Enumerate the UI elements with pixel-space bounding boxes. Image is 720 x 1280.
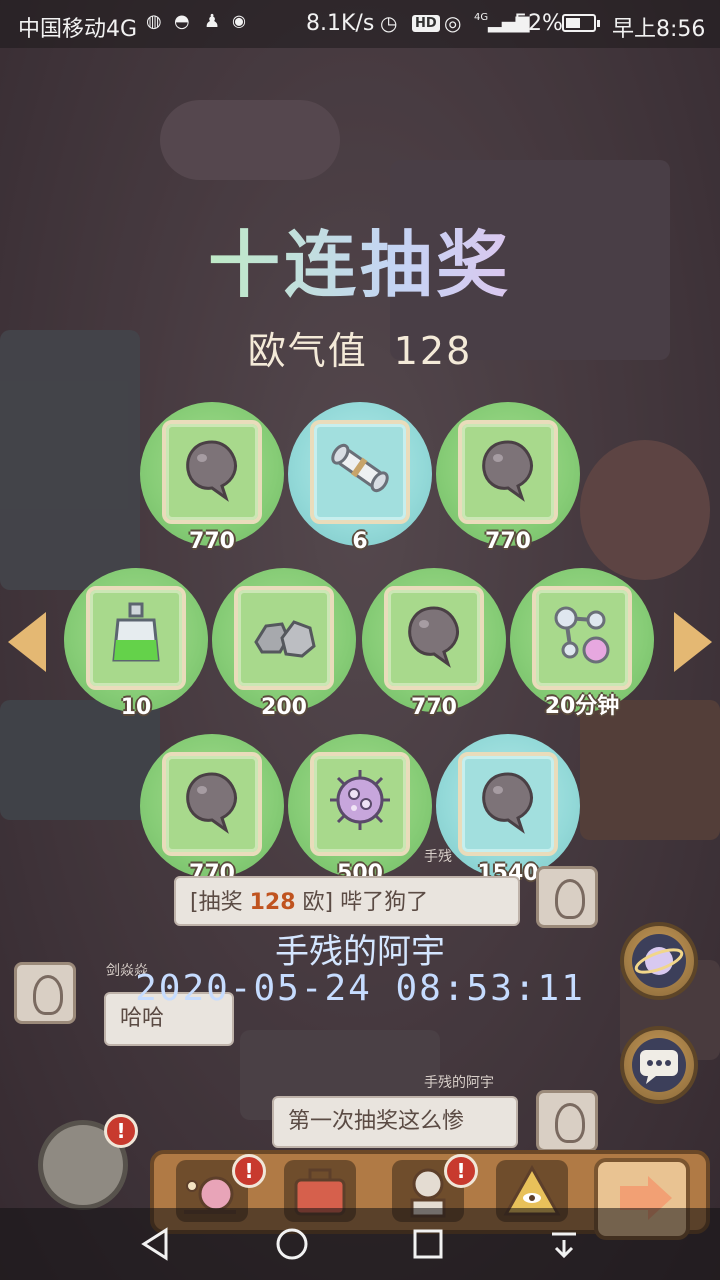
- ghost-icon: [408, 606, 459, 668]
- game-controller-icon: ◓: [174, 11, 190, 32]
- chat-bubble-lottery: [抽奖 128 欧] 哔了狗了: [174, 876, 520, 926]
- navigation-bar: [0, 1208, 720, 1280]
- reward-count: 10: [120, 695, 152, 720]
- alarm-icon: ◷: [380, 11, 398, 35]
- reward-item[interactable]: 6: [288, 402, 432, 554]
- reward-count: 770: [411, 695, 457, 720]
- chat-name-top: 手残: [424, 849, 452, 865]
- back-icon[interactable]: [134, 1222, 178, 1266]
- recent-apps-icon[interactable]: [406, 1222, 450, 1266]
- chat-suffix: 欧]: [295, 890, 334, 915]
- speech-bubble-icon: [640, 1050, 678, 1084]
- globe-icon: ◍: [146, 11, 162, 32]
- chat-bubble-first-draw: 第一次抽奖这么惨: [272, 1096, 518, 1148]
- chat-tail: 哔了狗了: [333, 890, 429, 915]
- status-bar: 中国移动4G ◍ ◓ ♟ ◉ 8.1K/s ◷ HD ◎ 4G ▂▄▆ 52% …: [0, 0, 720, 48]
- battery-icon: [562, 14, 600, 32]
- clock: 早上8:56: [612, 17, 706, 42]
- avatar[interactable]: [536, 866, 598, 928]
- luck-label: 欧气值: [247, 329, 368, 373]
- reward-item[interactable]: 10: [64, 568, 208, 720]
- reward-item[interactable]: 500: [288, 734, 432, 886]
- notification-badge: !: [232, 1154, 266, 1188]
- avatar[interactable]: [536, 1090, 598, 1152]
- reward-item[interactable]: 770: [140, 402, 284, 554]
- ghost-icon: [186, 440, 237, 502]
- ghost-icon: [482, 772, 533, 834]
- battery-fill: [566, 18, 580, 28]
- reward-item[interactable]: 200: [212, 568, 356, 720]
- chat-name-right: 手残的阿宇: [424, 1075, 494, 1091]
- reward-count: 6: [352, 529, 368, 554]
- signal-type-label: 4G: [474, 12, 489, 23]
- scroll-icon: [331, 443, 389, 493]
- app-notification-icon: ◉: [232, 11, 246, 30]
- reward-count: 770: [189, 529, 235, 554]
- chat-prefix: [抽奖: [190, 890, 250, 915]
- right-arrow-icon: [620, 1186, 650, 1210]
- reward-item[interactable]: 770: [140, 734, 284, 886]
- battery-percent: 52%: [514, 11, 563, 36]
- molecule-flask-icon: [554, 606, 610, 664]
- reward-count: 200: [261, 695, 307, 720]
- planet-icon: [634, 947, 684, 975]
- home-icon[interactable]: [270, 1222, 314, 1266]
- reward-item[interactable]: 770: [436, 402, 580, 554]
- network-speed: 8.1K/s: [306, 11, 375, 36]
- draw-timestamp: 2020-05-24 08:53:11: [135, 968, 585, 1009]
- notification-icon: ♟: [204, 11, 221, 32]
- next-arrow-icon[interactable]: [674, 612, 712, 672]
- reward-count: 770: [485, 529, 531, 554]
- ghost-icon: [482, 440, 533, 502]
- notification-badge: !: [444, 1154, 478, 1188]
- luck-value: 128: [393, 329, 473, 373]
- hd-icon: HD: [412, 15, 440, 32]
- notification-badge: !: [104, 1114, 138, 1148]
- planet-button[interactable]: [620, 922, 698, 1000]
- eye-icon: ◎: [444, 11, 462, 35]
- ghost-icon: [186, 772, 237, 834]
- potion-bottle-icon: [112, 602, 160, 662]
- draw-title: 十连抽奖: [0, 206, 720, 311]
- reward-count: 20分钟: [544, 694, 620, 719]
- chat-luck-value: 128: [249, 890, 296, 915]
- previous-arrow-icon[interactable]: [8, 612, 46, 672]
- notification-shade-icon[interactable]: [542, 1222, 586, 1266]
- reward-item[interactable]: 770: [362, 568, 506, 720]
- stones-icon: [254, 620, 316, 658]
- chat-button[interactable]: [620, 1026, 698, 1104]
- carrier-label: 中国移动4G: [18, 17, 138, 42]
- virus-icon: [330, 770, 390, 830]
- player-name: 手残的阿宇: [275, 932, 445, 972]
- reward-item[interactable]: 1540: [436, 734, 580, 886]
- reward-item[interactable]: 20分钟: [510, 568, 654, 719]
- luck-value-row: 欧气值 128: [0, 320, 720, 375]
